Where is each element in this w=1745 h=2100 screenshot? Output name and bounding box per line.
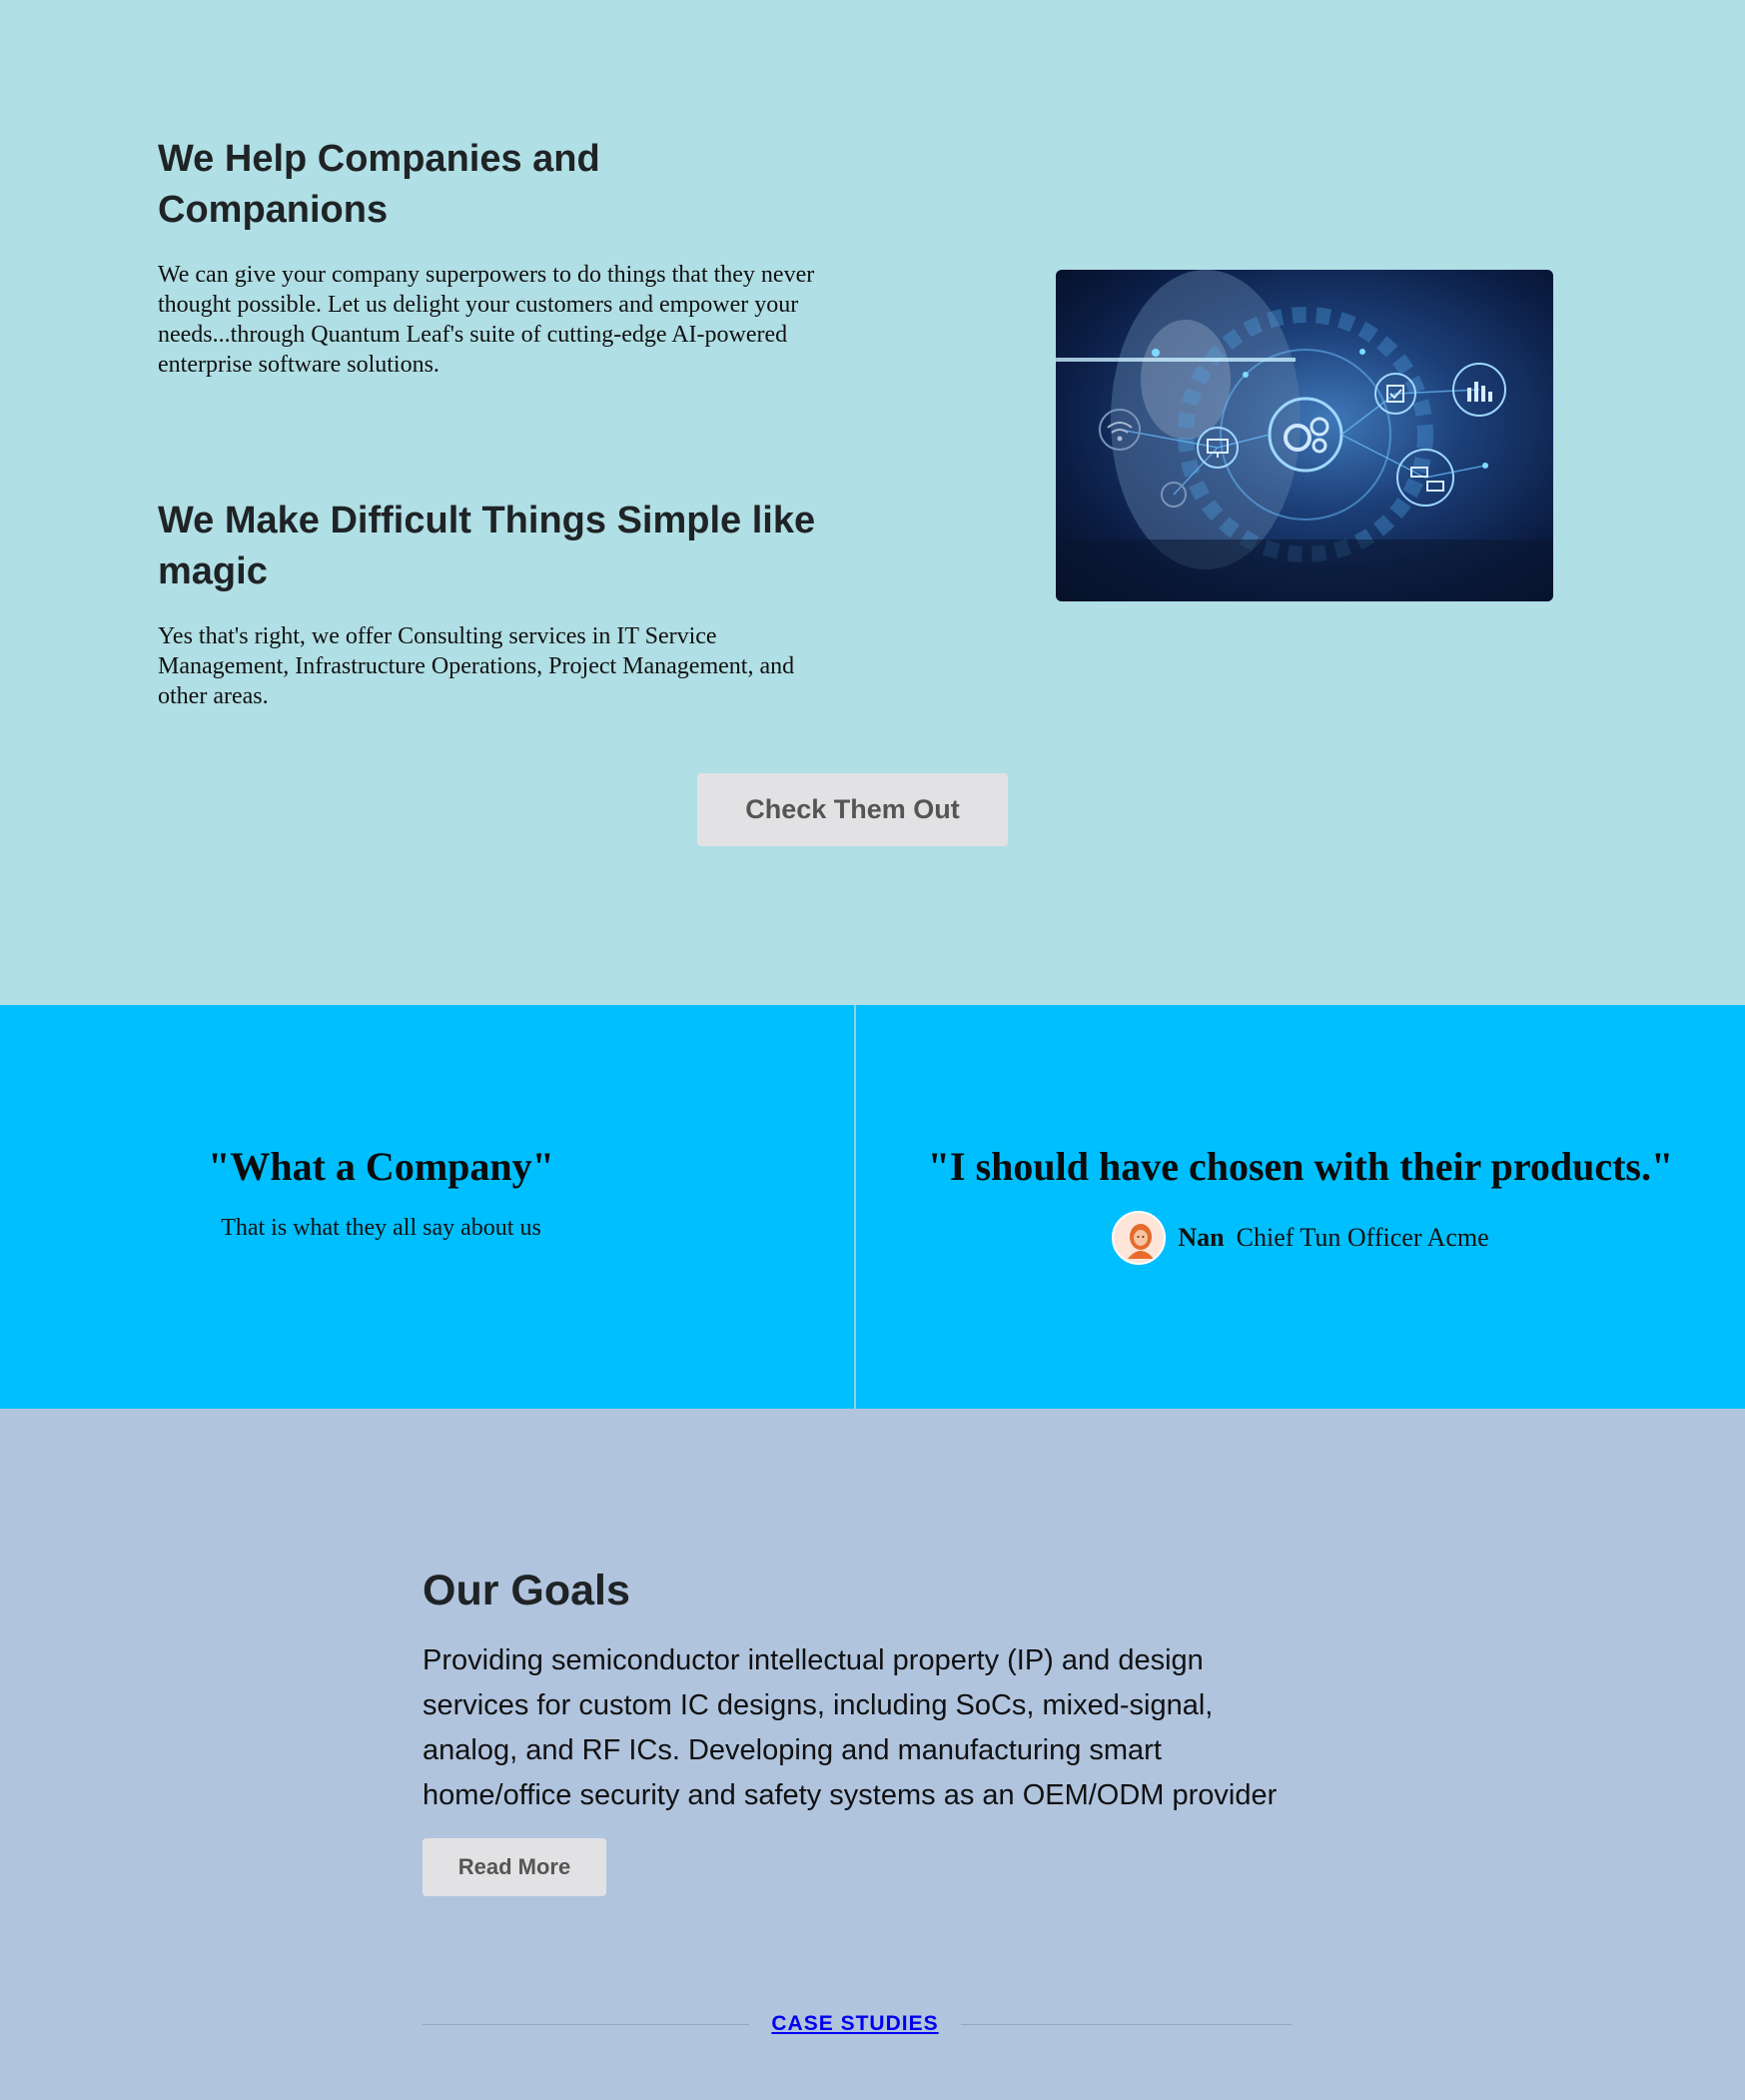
testimonial-left-quote: "What a Company" [208,1144,554,1189]
testimonial-author: Nan Chief Tun Officer Acme [856,1211,1745,1265]
testimonial-right-quote: "I should have chosen with their product… [927,1144,1674,1189]
hero-paragraph-2: Yes that's right, we offer Consulting se… [158,623,795,709]
hero-heading-2: We Make Difficult Things Simple like mag… [158,500,816,592]
hero-block-companies: We Help Companies and Companions We can … [158,134,837,380]
testimonial-left-subtext: That is what they all say about us [221,1215,541,1241]
author-name: Nan [1178,1223,1225,1252]
goals-section: Our Goals Providing semiconductor intell… [0,1409,1745,2100]
testimonial-right: "I should have chosen with their product… [856,1143,1745,1265]
person-avatar-icon [1112,1211,1167,1265]
goals-title: Our Goals [423,1567,630,1614]
case-studies-link[interactable]: CASE STUDIES [749,2012,961,2036]
check-them-out-button[interactable]: Check Them Out [697,773,1008,846]
hero-heading-1: We Help Companies and Companions [158,138,600,231]
read-more-button[interactable]: Read More [423,1838,606,1896]
tech-network-illustration-icon [1056,270,1553,601]
testimonials-section: "What a Company" That is what they all s… [0,1005,1745,1409]
hero-section: We Help Companies and Companions We can … [0,0,1745,1005]
author-title: Chief Tun Officer Acme [1236,1223,1489,1252]
goals-content: Our Goals Providing semiconductor intell… [423,1565,1292,1896]
hero-paragraph-1: We can give your company superpowers to … [158,262,815,378]
divider-line-left [423,2024,749,2025]
goals-description: Providing semiconductor intellectual pro… [423,1644,1278,1811]
case-studies-row: CASE STUDIES [423,2012,1292,2036]
testimonial-left: "What a Company" That is what they all s… [0,1143,762,1242]
divider-line-right [961,2024,1292,2025]
hero-block-simple: We Make Difficult Things Simple like mag… [158,496,837,711]
